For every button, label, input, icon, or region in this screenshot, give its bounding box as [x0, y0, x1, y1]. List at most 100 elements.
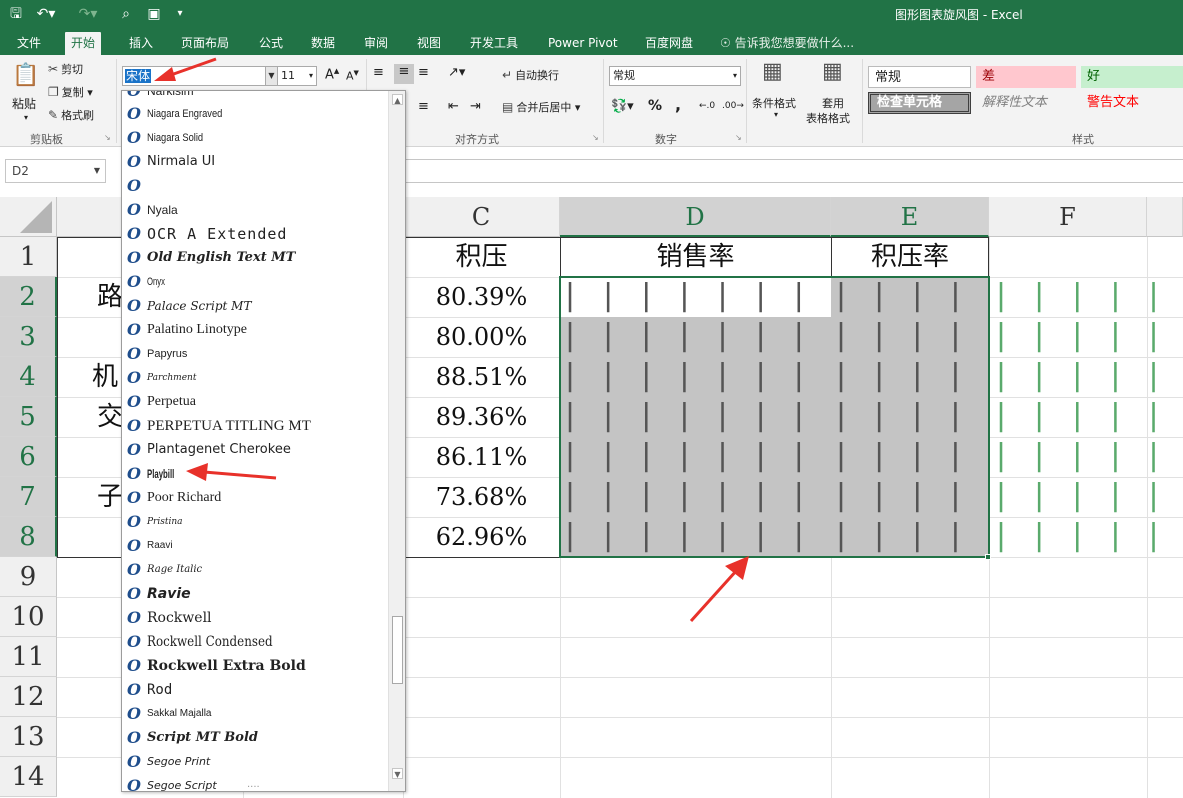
cut-button[interactable]: ✂ 剪切	[48, 61, 83, 77]
format-as-table-label-1[interactable]: 套用	[822, 95, 844, 111]
tell-me-search[interactable]: ☉ 告诉我您想要做什么...	[720, 32, 854, 55]
row-header[interactable]: 6	[0, 437, 57, 477]
font-list-item[interactable]: O Segoe Print	[122, 750, 388, 774]
decrease-decimal-icon[interactable]: .00→	[722, 101, 744, 111]
font-list-item[interactable]: O Niagara Solid	[122, 126, 388, 150]
conditional-formatting-button[interactable]: 条件格式	[752, 95, 796, 111]
cell-c4[interactable]: 88.51%	[403, 357, 560, 397]
cell-c7[interactable]: 73.68%	[403, 477, 560, 517]
cell-f6-bars[interactable]: | | | | | | | | | | | | | | | | | | |	[992, 437, 1183, 477]
cell-c1[interactable]: 积压	[403, 237, 560, 277]
font-size-box[interactable]: 11 ▾	[277, 66, 317, 86]
font-list-item[interactable]: O Sakkal Majalla	[122, 702, 388, 726]
scroll-up-icon[interactable]: ▲	[392, 94, 403, 105]
column-header-g[interactable]	[1147, 197, 1183, 237]
cell-e1[interactable]: 积压率	[831, 237, 989, 277]
number-format-box[interactable]: 常规 ▾	[609, 66, 741, 86]
tab-home[interactable]: 开始	[65, 32, 102, 55]
format-painter-button[interactable]: ✎ 格式刷	[48, 107, 94, 123]
dropdown-scrollbar[interactable]: ▲ ▼	[388, 91, 405, 791]
column-header-d[interactable]: D	[560, 197, 831, 237]
align-middle-icon[interactable]: ≡	[394, 64, 414, 84]
cell-f8-bars[interactable]: | | | | | | | | | | | | | | | | | | |	[992, 517, 1183, 557]
resize-grip[interactable]: ....	[247, 779, 260, 790]
orientation-icon[interactable]: ↗▾	[448, 65, 465, 80]
cell-f4-bars[interactable]: | | | | | | | | | | | | | | | | | | |	[992, 357, 1183, 397]
cell-c8[interactable]: 62.96%	[403, 517, 560, 557]
font-list-item[interactable]: O OCR A Extended	[122, 222, 388, 246]
font-list-item[interactable]: O Palatino Linotype	[122, 318, 388, 342]
font-list-item[interactable]: O Onyx	[122, 270, 388, 294]
align-bottom-icon[interactable]: ≡	[418, 65, 429, 80]
row-header[interactable]: 11	[0, 637, 57, 677]
customize-toolbar-icon[interactable]: ▾	[168, 3, 192, 25]
tab-data[interactable]: 数据	[305, 32, 341, 55]
cell-c2[interactable]: 80.39%	[403, 277, 560, 317]
row-header[interactable]: 8	[0, 517, 57, 557]
chevron-down-icon[interactable]: ▾	[24, 113, 28, 122]
tab-file[interactable]: 文件	[11, 32, 47, 55]
tab-view[interactable]: 视图	[411, 32, 447, 55]
font-list-item[interactable]: O Rod	[122, 678, 388, 702]
name-box[interactable]: D2 ▼	[5, 159, 106, 183]
tab-developer[interactable]: 开发工具	[464, 32, 524, 55]
font-list-item[interactable]: O Palace Script MT	[122, 294, 388, 318]
row-header[interactable]: 1	[0, 237, 57, 277]
cell-c6[interactable]: 86.11%	[403, 437, 560, 477]
row-header[interactable]: 2	[0, 277, 57, 317]
cell-c3[interactable]: 80.00%	[403, 317, 560, 357]
tab-power-pivot[interactable]: Power Pivot	[542, 32, 624, 55]
row-header[interactable]: 5	[0, 397, 57, 437]
cell-f7-bars[interactable]: | | | | | | | | | | | | | | | | | | | |	[992, 477, 1183, 517]
format-as-table-button[interactable]: 表格格式	[806, 110, 850, 126]
undo-icon[interactable]: ↶▾	[34, 3, 58, 25]
tab-review[interactable]: 审阅	[358, 32, 394, 55]
font-list-item[interactable]: O Papyrus	[122, 342, 388, 366]
style-bad[interactable]: 差	[976, 66, 1076, 88]
dialog-launcher-icon[interactable]: ↘	[735, 133, 742, 142]
row-header[interactable]: 4	[0, 357, 57, 397]
grow-font-button[interactable]: A▲	[325, 67, 339, 82]
merge-center-button[interactable]: ▤ 合并后居中 ▾	[502, 99, 580, 115]
font-list-item[interactable]: O Script MT Bold	[122, 726, 388, 750]
cell-f2-bars[interactable]: | | | | | | | | | | | | | | | | | | |	[992, 277, 1183, 317]
row-header[interactable]: 7	[0, 477, 57, 517]
style-warning[interactable]: 警告文本	[1081, 92, 1183, 114]
increase-indent-icon[interactable]: ⇥	[470, 99, 481, 114]
row-header[interactable]: 13	[0, 717, 57, 757]
camera-icon[interactable]: ▣	[142, 3, 166, 25]
paste-button[interactable]: 粘贴	[12, 95, 36, 112]
font-list-item[interactable]: O Perpetua	[122, 390, 388, 414]
print-preview-icon[interactable]: ⌕	[114, 3, 138, 25]
scroll-down-icon[interactable]: ▼	[392, 768, 403, 779]
column-header-f[interactable]: F	[989, 197, 1147, 237]
dialog-launcher-icon[interactable]: ↘	[592, 133, 599, 142]
wrap-text-button[interactable]: ↵ 自动换行	[502, 67, 559, 83]
style-explanatory[interactable]: 解释性文本	[976, 92, 1076, 114]
font-list-item[interactable]: O Ravie	[122, 582, 388, 606]
style-good[interactable]: 好	[1081, 66, 1183, 88]
cell-a4[interactable]: 机	[85, 357, 125, 397]
font-list-item[interactable]: O Old English Text MT	[122, 246, 388, 270]
cell-c5[interactable]: 89.36%	[403, 397, 560, 437]
style-check-cell[interactable]: 检查单元格	[868, 92, 971, 114]
tab-insert[interactable]: 插入	[123, 32, 159, 55]
font-list-item[interactable]: O Parchment	[122, 366, 388, 390]
fill-handle[interactable]	[985, 554, 991, 560]
row-header[interactable]: 9	[0, 557, 57, 597]
tab-formulas[interactable]: 公式	[253, 32, 289, 55]
paste-icon[interactable]: 📋	[12, 63, 39, 88]
cell-d1[interactable]: 销售率	[560, 237, 831, 277]
font-list-item[interactable]: O	[122, 174, 388, 198]
redo-icon[interactable]: ↷▾	[76, 3, 100, 25]
column-header-e[interactable]: E	[831, 197, 989, 237]
font-list-item[interactable]: O Rage Italic	[122, 558, 388, 582]
chevron-down-icon[interactable]: ▾	[774, 110, 778, 119]
font-list-item[interactable]: O Nyala	[122, 198, 388, 222]
decrease-indent-icon[interactable]: ⇤	[448, 99, 459, 114]
select-all-button[interactable]	[0, 197, 57, 237]
cell-f3-bars[interactable]: | | | | | | | | | | | | | | | | | | |	[992, 317, 1183, 357]
row-header[interactable]: 10	[0, 597, 57, 637]
conditional-formatting-icon[interactable]: ▦	[762, 59, 783, 84]
tab-page-layout[interactable]: 页面布局	[175, 32, 235, 55]
